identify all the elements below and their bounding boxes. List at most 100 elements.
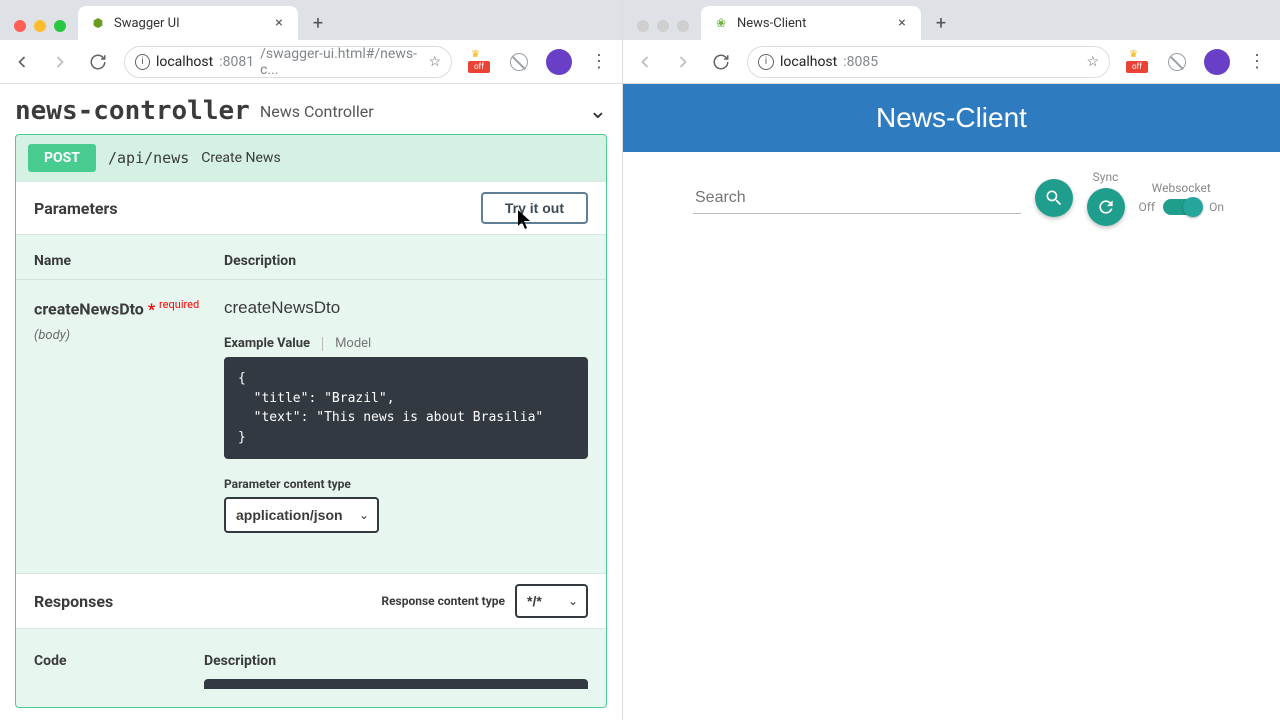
noscript-icon[interactable] bbox=[1164, 49, 1190, 75]
operation-summary: Create News bbox=[201, 150, 280, 166]
site-info-icon[interactable]: i bbox=[135, 54, 150, 70]
search-button[interactable] bbox=[1035, 179, 1073, 217]
browser-menu-button[interactable]: ⋮ bbox=[586, 49, 612, 75]
close-tab-icon[interactable]: × bbox=[272, 16, 286, 30]
forward-button[interactable] bbox=[48, 50, 72, 74]
off-label: Off bbox=[1139, 200, 1156, 214]
required-label: required bbox=[159, 298, 199, 311]
news-client-content: News-Client Sync Websocket Off On bbox=[623, 84, 1280, 720]
response-content-type-select-wrap: */* ⌄ bbox=[515, 584, 588, 618]
chevron-down-icon[interactable]: ⌄ bbox=[589, 99, 607, 124]
try-it-out-button[interactable]: Try it out bbox=[481, 192, 588, 224]
toolbar: Sync Websocket Off On bbox=[623, 152, 1280, 226]
tab-title: Swagger UI bbox=[114, 16, 264, 31]
parameters-heading: Parameters bbox=[34, 199, 118, 218]
param-name-cell: createNewsDto * required (body) bbox=[34, 298, 224, 533]
address-bar[interactable]: i localhost :8081/swagger-ui.html#/news-c… bbox=[124, 46, 452, 78]
param-content-type-select[interactable]: application/json bbox=[224, 497, 379, 533]
col-name-header: Name bbox=[34, 253, 224, 269]
close-tab-icon[interactable]: × bbox=[895, 16, 909, 30]
response-content-type-select[interactable]: */* bbox=[515, 584, 588, 618]
back-button[interactable] bbox=[10, 50, 34, 74]
code-column-header: Code bbox=[34, 653, 204, 669]
param-content-type-select-wrap: application/json ⌄ bbox=[224, 497, 379, 533]
new-tab-button[interactable]: + bbox=[927, 9, 955, 37]
browser-tab[interactable]: ❀ News-Client × bbox=[701, 6, 921, 40]
url-bar: i localhost:8085 ☆ ♛off ⋮ bbox=[623, 40, 1280, 84]
controller-header[interactable]: news-controller News Controller ⌄ bbox=[15, 84, 607, 134]
crown-icon: ♛ bbox=[471, 49, 480, 60]
url-path: /swagger-ui.html#/news-c... bbox=[260, 46, 422, 78]
browser-menu-button[interactable]: ⋮ bbox=[1244, 49, 1270, 75]
noscript-icon[interactable] bbox=[506, 49, 532, 75]
on-label: On bbox=[1209, 200, 1224, 214]
back-button[interactable] bbox=[633, 50, 657, 74]
sync-button[interactable] bbox=[1087, 188, 1125, 226]
tab-divider bbox=[322, 337, 323, 351]
tab-strip: ❀ News-Client × + bbox=[623, 0, 1280, 40]
extension-icon[interactable]: ♛off bbox=[466, 49, 492, 75]
url-bar: i localhost :8081/swagger-ui.html#/news-c… bbox=[0, 40, 622, 84]
operation-header[interactable]: POST /api/news Create News bbox=[16, 135, 606, 181]
parameters-bar: Parameters Try it out bbox=[16, 181, 606, 235]
controller-name: news-controller bbox=[15, 96, 250, 126]
websocket-toggle[interactable] bbox=[1163, 199, 1201, 215]
parameter-row: createNewsDto * required (body) createNe… bbox=[16, 280, 606, 573]
profile-avatar[interactable] bbox=[546, 49, 572, 75]
responses-bar: Responses Response content type */* ⌄ bbox=[16, 573, 606, 629]
traffic-lights bbox=[8, 20, 72, 40]
browser-tab[interactable]: ⬢ Swagger UI × bbox=[78, 6, 298, 40]
new-tab-button[interactable]: + bbox=[304, 9, 332, 37]
desc-column-header: Description bbox=[204, 653, 588, 669]
address-bar[interactable]: i localhost:8085 ☆ bbox=[747, 46, 1110, 78]
col-desc-header: Description bbox=[224, 253, 588, 269]
toggle-knob bbox=[1183, 197, 1203, 217]
sync-label: Sync bbox=[1093, 170, 1119, 184]
response-content-type-label: Response content type bbox=[381, 594, 505, 608]
reload-button[interactable] bbox=[86, 50, 110, 74]
minimize-window-button[interactable] bbox=[34, 20, 46, 32]
traffic-lights bbox=[631, 20, 695, 40]
swagger-favicon-icon: ⬢ bbox=[90, 15, 106, 31]
site-info-icon[interactable]: i bbox=[758, 54, 774, 70]
bookmark-star-icon[interactable]: ☆ bbox=[1086, 54, 1099, 70]
zoom-window-button[interactable] bbox=[677, 20, 689, 32]
crown-icon: ♛ bbox=[1129, 49, 1138, 60]
param-table-header: Name Description bbox=[16, 235, 606, 280]
reload-button[interactable] bbox=[709, 50, 733, 74]
required-star: * bbox=[148, 299, 155, 318]
search-input[interactable] bbox=[693, 183, 1021, 214]
app-header: News-Client bbox=[623, 84, 1280, 152]
refresh-icon bbox=[1096, 197, 1116, 217]
left-window: ⬢ Swagger UI × + i localhost :8081/swagge… bbox=[0, 0, 623, 720]
tab-model[interactable]: Model bbox=[335, 336, 371, 351]
controller-description: News Controller bbox=[260, 102, 374, 121]
operation-path: /api/news bbox=[108, 149, 189, 167]
responses-heading: Responses bbox=[34, 592, 113, 611]
param-description: createNewsDto bbox=[224, 298, 588, 318]
minimize-window-button[interactable] bbox=[657, 20, 669, 32]
ext-badge-label: off bbox=[1126, 61, 1148, 73]
websocket-label: Websocket bbox=[1152, 181, 1211, 195]
swagger-content: news-controller News Controller ⌄ POST /… bbox=[0, 84, 622, 720]
tab-example-value[interactable]: Example Value bbox=[224, 336, 310, 351]
url-host: localhost bbox=[156, 54, 213, 70]
response-example-preview bbox=[204, 679, 588, 689]
url-port: :8085 bbox=[843, 54, 878, 70]
url-port: :8081 bbox=[219, 54, 254, 70]
spring-favicon-icon: ❀ bbox=[713, 15, 729, 31]
close-window-button[interactable] bbox=[637, 20, 649, 32]
forward-button[interactable] bbox=[671, 50, 695, 74]
search-icon bbox=[1044, 188, 1064, 208]
ext-badge-label: off bbox=[468, 61, 490, 73]
param-content-type-label: Parameter content type bbox=[224, 477, 588, 491]
extension-icon[interactable]: ♛off bbox=[1124, 49, 1150, 75]
bookmark-star-icon[interactable]: ☆ bbox=[428, 54, 441, 70]
zoom-window-button[interactable] bbox=[54, 20, 66, 32]
example-value-body[interactable]: { "title": "Brazil", "text": "This news … bbox=[224, 357, 588, 459]
operation-block: POST /api/news Create News Parameters Tr… bbox=[15, 134, 607, 708]
param-in: (body) bbox=[34, 328, 224, 343]
close-window-button[interactable] bbox=[14, 20, 26, 32]
model-tabs: Example Value Model bbox=[224, 336, 588, 351]
profile-avatar[interactable] bbox=[1204, 49, 1230, 75]
